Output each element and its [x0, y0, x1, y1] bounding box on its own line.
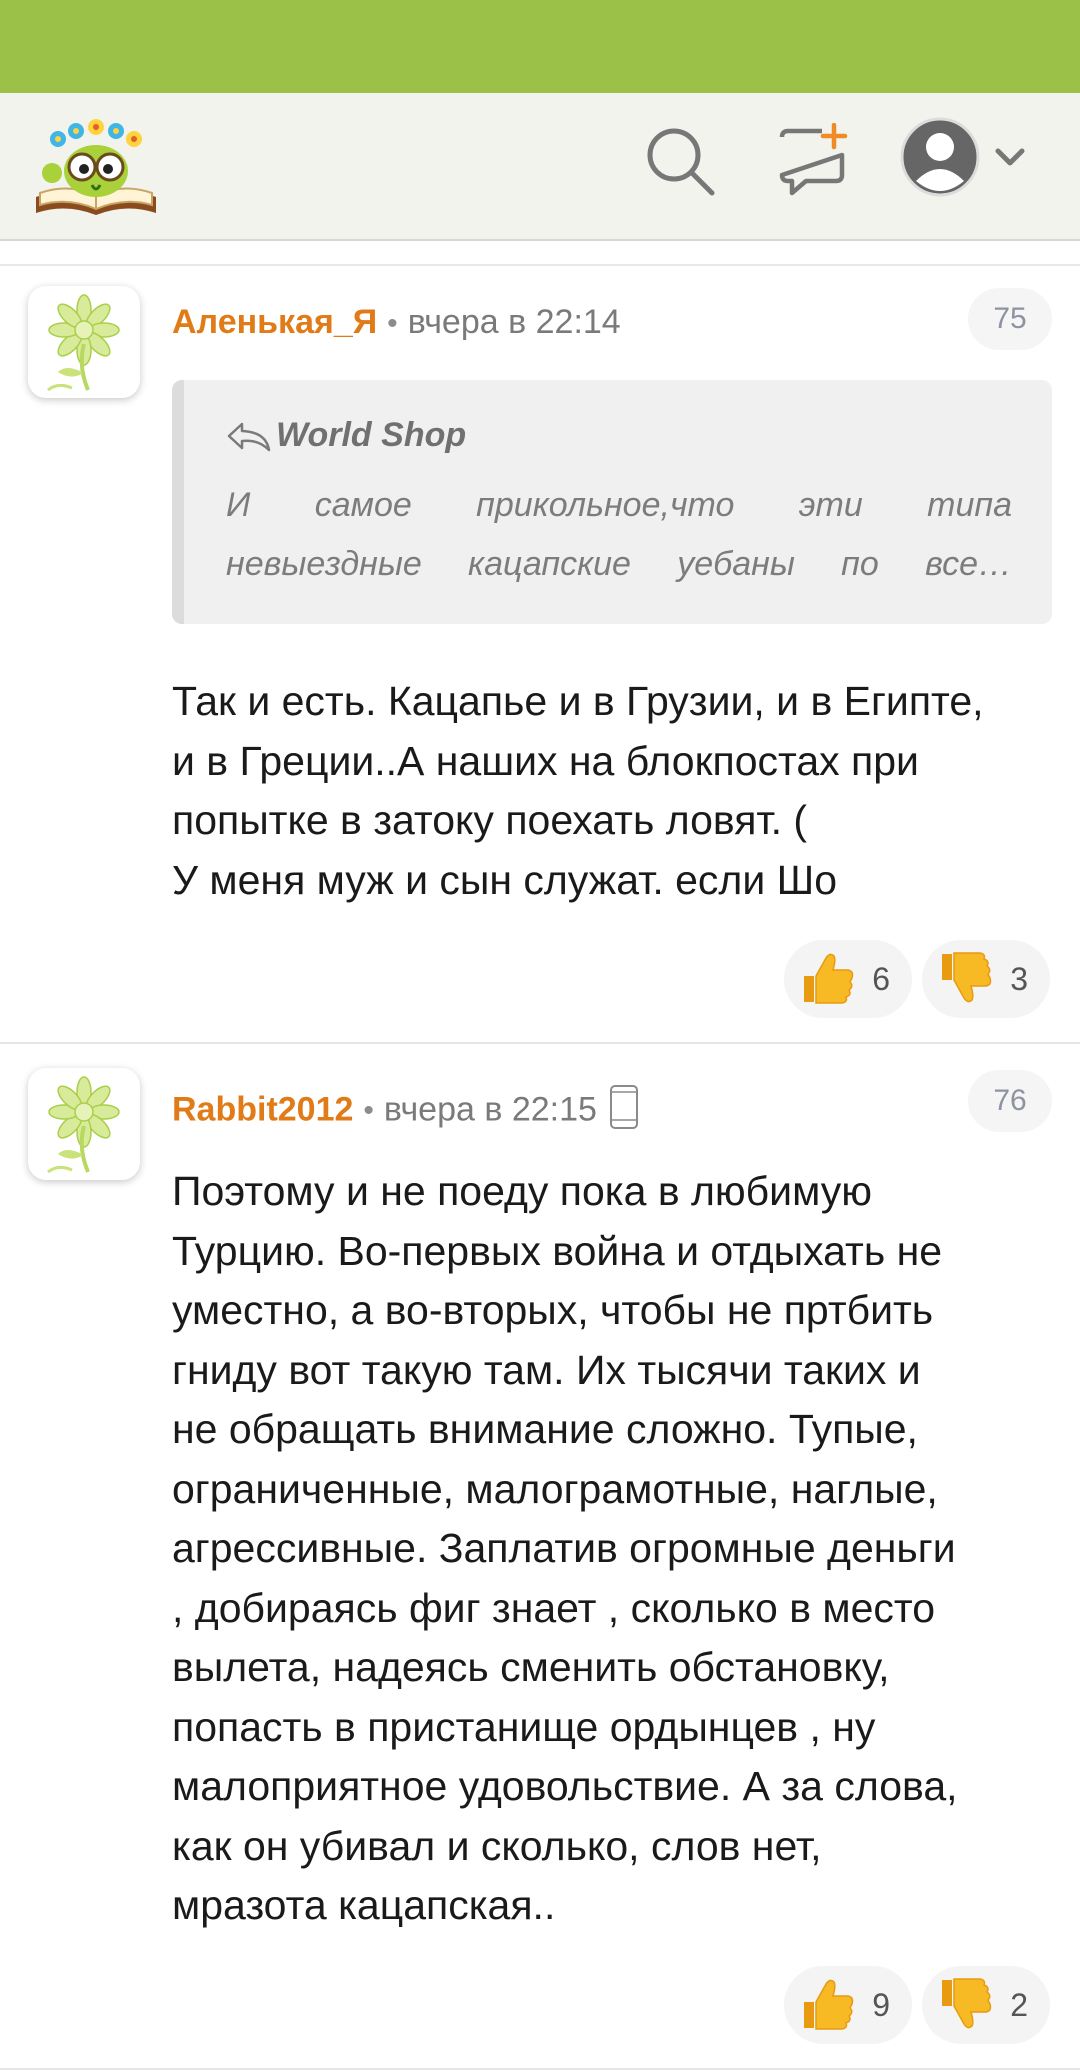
new-post-button[interactable] [776, 122, 852, 199]
comment-body: Так и есть. Кацапье и в Грузии, и в Егип… [172, 672, 1052, 910]
body-line: ограниченные, малограмотные, наглые, [172, 1465, 938, 1512]
profile-menu-button[interactable] [900, 117, 1030, 207]
comment-time[interactable]: вчера в 22:15 [384, 1090, 597, 1128]
comment-number-badge[interactable]: 75 [968, 288, 1052, 350]
thumbs-up-icon [804, 953, 854, 1004]
quote-block[interactable]: World Shop И самое прикольное,что эти ти… [172, 380, 1052, 624]
comment-meta: Аленькая_Я • вчера в 22:14 [172, 302, 621, 344]
new-post-icon [779, 122, 848, 196]
flower-avatar-icon [47, 294, 120, 392]
body-line: вылета, надеясь сменить обстановку, [172, 1644, 890, 1690]
quote-author-name: World Shop [276, 416, 467, 454]
body-line: уместно, а во-вторых, чтобы не пртбить [172, 1287, 934, 1333]
user-avatar-icon [900, 117, 1025, 197]
app-header [0, 93, 1080, 241]
like-button[interactable]: 6 [784, 940, 912, 1018]
comment-meta: Rabbit2012 • вчера в 22:15 [172, 1084, 639, 1139]
body-line: попасть в пристанище ордынцев , ну [172, 1703, 876, 1750]
thumbs-down-icon [942, 1978, 992, 2029]
dislike-button[interactable]: 3 [922, 940, 1050, 1018]
bookworm-logo-icon [36, 119, 156, 215]
mobile-device-icon [609, 1084, 639, 1139]
divider [0, 1042, 1080, 1044]
body-line: малоприятное удовольствие. А за слова, [172, 1763, 958, 1809]
avatar[interactable] [28, 286, 140, 398]
like-button[interactable]: 9 [784, 1966, 912, 2044]
dislike-button[interactable]: 2 [922, 1966, 1050, 2044]
body-line: не обращать внимание сложно. Тупые, [172, 1406, 918, 1452]
body-line: попытке в затоку поехать ловят. ( [172, 797, 808, 843]
body-line: Так и есть. Кацапье и в Грузии, и в Егип… [172, 678, 984, 724]
body-line: У меня муж и сын служат. если Шо [172, 856, 838, 903]
reply-arrow-icon [227, 422, 271, 452]
thumbs-up-icon [804, 1979, 854, 2030]
dislike-count: 3 [1010, 961, 1028, 997]
divider [0, 2068, 1080, 2070]
body-line: Турцию. Во-первых война и отдыхать не [172, 1227, 943, 1274]
flower-avatar-icon [47, 1076, 120, 1174]
body-line: мразота кацапская.. [172, 1882, 556, 1928]
site-logo[interactable] [32, 113, 160, 223]
divider [0, 264, 1080, 266]
comment-body: Поэтому и не поеду пока в любимую Турцию… [172, 1162, 1052, 1936]
avatar[interactable] [28, 1068, 140, 1180]
body-line: как он убивал и сколько, слов нет, [172, 1822, 822, 1869]
body-line: Поэтому и не поеду пока в любимую [172, 1168, 872, 1214]
body-line: и в Греции..А наших на блокпостах при [172, 737, 919, 784]
search-button[interactable] [642, 123, 718, 199]
like-count: 9 [872, 1987, 890, 2023]
quote-line: И самое прикольное,что эти типа [226, 486, 1012, 524]
chevron-down-icon [995, 148, 1025, 166]
body-line: агрессивные. Заплатив огромные деньги [172, 1525, 956, 1571]
body-line: гниду вот такую там. Их тысячи таких и [172, 1346, 921, 1393]
quote-text: И самое прикольное,что эти типа невыездн… [226, 476, 1012, 594]
author-name[interactable]: Rabbit2012 [172, 1090, 353, 1128]
like-count: 6 [872, 961, 890, 997]
quote-author: World Shop [226, 416, 466, 455]
status-bar [0, 0, 1080, 93]
comment-number-badge[interactable]: 76 [968, 1070, 1052, 1132]
thumbs-down-icon [942, 952, 992, 1003]
separator-dot: • [363, 1094, 374, 1128]
quote-line: невыездные кацапские уебаны по все… [226, 545, 1012, 583]
dislike-count: 2 [1010, 1987, 1028, 2023]
comment-time[interactable]: вчера в 22:14 [408, 303, 621, 341]
body-line: , добираясь фиг знает , сколько в место [172, 1584, 936, 1631]
author-name[interactable]: Аленькая_Я [172, 303, 377, 341]
search-icon [647, 128, 715, 196]
separator-dot: • [387, 307, 398, 340]
